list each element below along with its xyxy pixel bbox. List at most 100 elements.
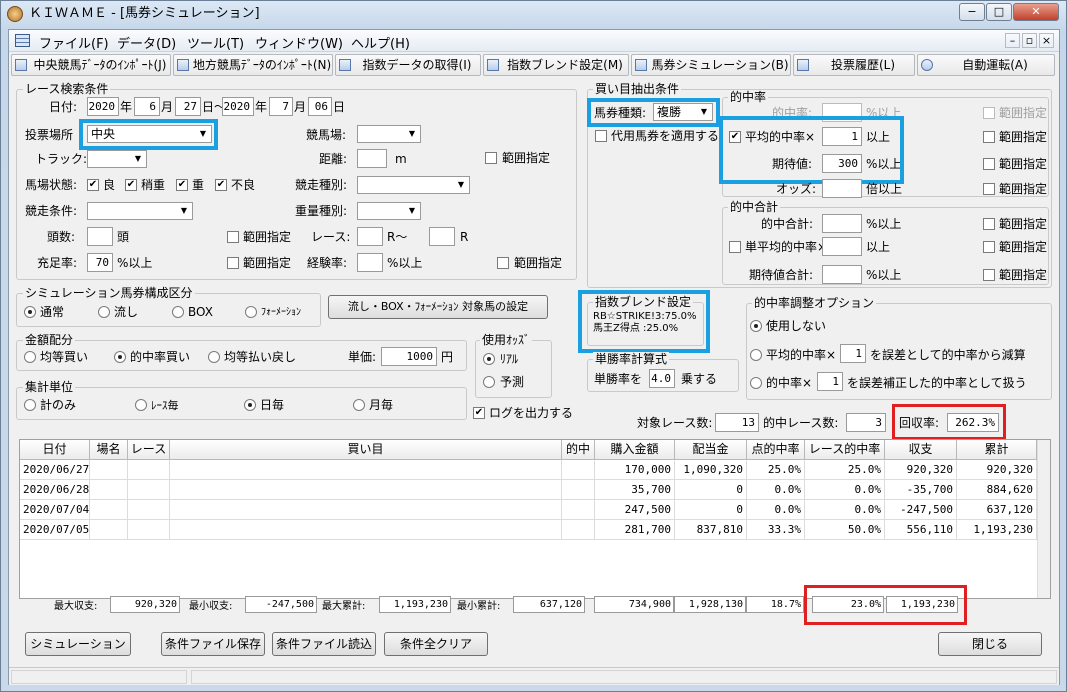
comp-formation-radio[interactable] — [245, 306, 257, 318]
table-row[interactable]: 2020/07/04 247,500 0 0.0% 0.0% -247,500 637,12… — [20, 500, 1037, 520]
race-to-input[interactable] — [429, 227, 455, 246]
col-header-purchase[interactable]: 購入金額 — [595, 440, 675, 460]
total-only-radio[interactable] — [24, 399, 36, 411]
clear-conditions-button[interactable]: 条件全クリア — [384, 632, 488, 656]
close-button[interactable]: 閉じる — [938, 632, 1042, 656]
log-output-checkbox[interactable]: ✔ — [473, 407, 485, 419]
vertical-scrollbar[interactable] — [1037, 440, 1050, 598]
ev-sum-input[interactable] — [822, 265, 862, 284]
mdi-minimize-button[interactable]: – — [1005, 33, 1020, 48]
comp-box-radio[interactable] — [172, 306, 184, 318]
col-header-hit[interactable]: 的中 — [562, 440, 595, 460]
menu-tools[interactable]: ツール(T) — [187, 33, 244, 52]
fill-range-checkbox[interactable] — [227, 257, 239, 269]
hitrate-input[interactable] — [822, 103, 862, 122]
table-row[interactable]: 2020/07/05 281,700 837,810 33.3% 50.0% 556,11… — [20, 520, 1037, 540]
hitrate-range-checkbox[interactable] — [983, 107, 995, 119]
calc-power-input[interactable]: 4.0 — [649, 369, 675, 388]
odds-range-checkbox[interactable] — [983, 183, 995, 195]
comp-normal-radio[interactable] — [24, 306, 36, 318]
toolbar-history[interactable]: 投票履歴(L) — [793, 54, 915, 76]
distance-input[interactable] — [357, 149, 387, 168]
adjust-opt1-radio[interactable] — [750, 349, 762, 361]
unit-price-input[interactable]: 1000 — [381, 347, 437, 366]
toolbar-import-central[interactable]: 中央競馬ﾃﾞｰﾀのｲﾝﾎﾟｰﾄ(J) — [11, 54, 171, 76]
menu-help[interactable]: ヘルプ(H) — [351, 33, 410, 52]
from-year-input[interactable]: 2020 — [87, 97, 119, 116]
cond-good-checkbox[interactable]: ✔ — [87, 179, 99, 191]
odds-min-input[interactable] — [822, 179, 862, 198]
to-year-input[interactable]: 2020 — [222, 97, 254, 116]
menu-window[interactable]: ウィンドウ(W) — [255, 33, 343, 52]
total-day-radio[interactable] — [244, 399, 256, 411]
alloc-equal-radio[interactable] — [24, 351, 36, 363]
cond-heavy-checkbox[interactable]: ✔ — [176, 179, 188, 191]
track-select[interactable]: ▼ — [87, 150, 147, 168]
toolbar-get-index[interactable]: 指数データの取得(I) — [335, 54, 481, 76]
save-conditions-button[interactable]: 条件ファイル保存 — [161, 632, 265, 656]
alloc-hitrate-radio[interactable] — [114, 351, 126, 363]
heads-input[interactable] — [87, 227, 113, 246]
adjust-opt2-radio[interactable] — [750, 377, 762, 389]
total-race-radio[interactable] — [135, 399, 147, 411]
col-header-date[interactable]: 日付 — [20, 440, 90, 460]
toolbar-import-local[interactable]: 地方競馬ﾃﾞｰﾀのｲﾝﾎﾟｰﾄ(N) — [173, 54, 333, 76]
single-avg-checkbox[interactable] — [729, 241, 741, 253]
distance-range-checkbox[interactable] — [485, 152, 497, 164]
maximize-button[interactable]: □ — [986, 3, 1012, 21]
target-horse-settings-button[interactable]: 流し・BOX・ﾌｫｰﾒｰｼｮﾝ 対象馬の設定 — [328, 295, 548, 319]
results-table[interactable]: 日付 場名 レース 買い目 的中 購入金額 配当金 点的中率 レース的中率 収支… — [19, 439, 1051, 599]
close-window-button[interactable]: ✕ — [1013, 3, 1059, 21]
col-header-race[interactable]: レース — [128, 440, 170, 460]
fill-input[interactable]: 70 — [87, 253, 113, 272]
col-header-bet[interactable]: 買い目 — [170, 440, 562, 460]
mdi-close-button[interactable]: × — [1039, 33, 1054, 48]
from-month-input[interactable]: 6 — [134, 97, 160, 116]
venue-select[interactable]: 中央 ▼ — [87, 125, 212, 143]
table-row[interactable]: 2020/06/27 170,000 1,090,320 25.0% 25.0% 920,… — [20, 460, 1037, 480]
menu-data[interactable]: データ(D) — [117, 33, 176, 52]
ticket-type-select[interactable]: 複勝 ▼ — [653, 103, 713, 121]
adjust-opt1-input[interactable]: 1 — [840, 344, 866, 363]
hitsum-range-checkbox[interactable] — [983, 218, 995, 230]
to-day-input[interactable]: 06 — [308, 97, 332, 116]
ev-input[interactable]: 300 — [822, 154, 862, 173]
minimize-button[interactable]: − — [959, 3, 985, 21]
odds-predict-radio[interactable] — [483, 376, 495, 388]
comp-nagashi-radio[interactable] — [98, 306, 110, 318]
to-month-input[interactable]: 7 — [269, 97, 293, 116]
col-header-payout[interactable]: 配当金 — [675, 440, 747, 460]
adjust-opt2-input[interactable]: 1 — [817, 372, 843, 391]
cond-slightly-heavy-checkbox[interactable]: ✔ — [125, 179, 137, 191]
adjust-none-radio[interactable] — [750, 320, 762, 332]
table-row[interactable]: 2020/06/28 35,700 0 0.0% 0.0% -35,700 884,620 — [20, 480, 1037, 500]
single-range-checkbox[interactable] — [983, 241, 995, 253]
race-cond-select[interactable]: ▼ — [87, 202, 193, 220]
avg-hitrate-input[interactable]: 1 — [822, 127, 862, 146]
col-header-cumulative[interactable]: 累計 — [957, 440, 1037, 460]
menu-file[interactable]: ファイル(F) — [39, 33, 109, 52]
avg-range-checkbox[interactable] — [983, 131, 995, 143]
proxy-ticket-checkbox[interactable] — [595, 130, 607, 142]
odds-real-radio[interactable] — [483, 353, 495, 365]
total-month-radio[interactable] — [353, 399, 365, 411]
exp-range-checkbox[interactable] — [497, 257, 509, 269]
heads-range-checkbox[interactable] — [227, 231, 239, 243]
hitsum-input[interactable] — [822, 214, 862, 233]
col-header-venue[interactable]: 場名 — [90, 440, 128, 460]
toolbar-auto-run[interactable]: 自動運転(A) — [917, 54, 1055, 76]
ev-sum-range-checkbox[interactable] — [983, 269, 995, 281]
race-type-select[interactable]: ▼ — [357, 176, 470, 194]
simulation-button[interactable]: シミュレーション — [25, 632, 131, 656]
course-select[interactable]: ▼ — [357, 125, 421, 143]
ev-range-checkbox[interactable] — [983, 158, 995, 170]
race-from-input[interactable] — [357, 227, 383, 246]
mdi-restore-button[interactable]: ▫ — [1022, 33, 1037, 48]
toolbar-ticket-sim[interactable]: 馬券シミュレーション(B) — [631, 54, 791, 76]
col-header-point-hit[interactable]: 点的中率 — [747, 440, 805, 460]
weight-select[interactable]: ▼ — [357, 202, 421, 220]
avg-hitrate-checkbox[interactable]: ✔ — [729, 131, 741, 143]
from-day-input[interactable]: 27 — [175, 97, 201, 116]
single-avg-input[interactable] — [822, 237, 862, 256]
alloc-payout-radio[interactable] — [208, 351, 220, 363]
